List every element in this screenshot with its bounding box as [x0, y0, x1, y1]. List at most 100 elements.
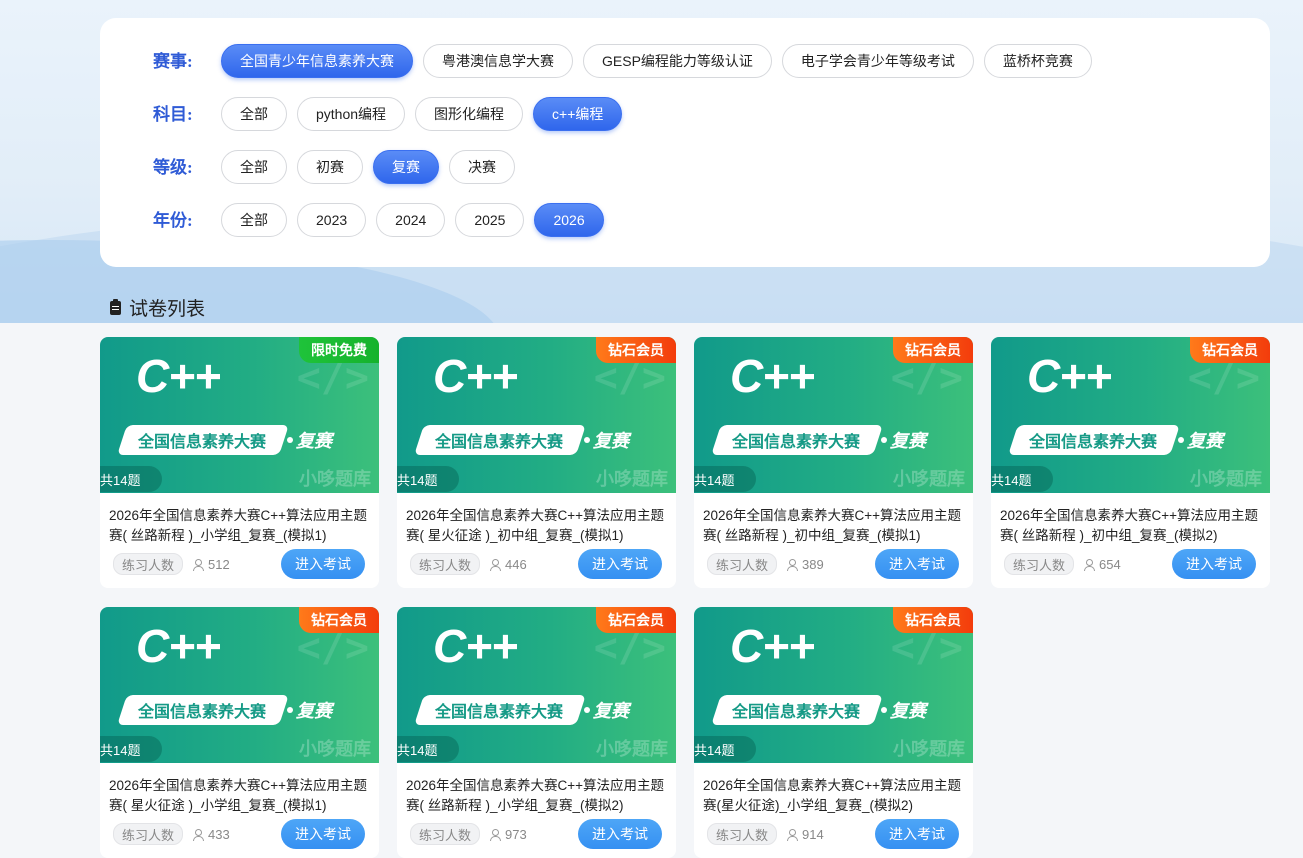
question-count: 共14题 [991, 466, 1053, 492]
user-icon [787, 828, 799, 841]
filter-option[interactable]: 全部 [221, 203, 287, 237]
practice-count: 512 [208, 556, 230, 572]
practice-label: 练习人数 [410, 823, 481, 845]
enter-exam-button[interactable]: 进入考试 [578, 549, 662, 579]
question-count: 共14题 [694, 736, 756, 762]
enter-exam-button[interactable]: 进入考试 [1172, 549, 1256, 579]
cover-contest: 全国信息素养大赛 [732, 434, 861, 451]
user-icon [193, 828, 205, 841]
section-title-text: 试卷列表 [129, 299, 206, 320]
filter-options-year: 全部 2023 2024 2025 2026 [221, 203, 604, 237]
cover-stage: 复赛 [296, 431, 332, 451]
cover-stage: 复赛 [296, 701, 332, 721]
cover-dot [287, 437, 293, 443]
filter-options-subject: 全部 python编程 图形化编程 c++编程 [221, 97, 623, 131]
enter-exam-button[interactable]: 进入考试 [875, 819, 959, 849]
filter-option[interactable]: 全国青少年信息素养大赛 [221, 44, 413, 78]
filter-option[interactable]: 决赛 [449, 150, 515, 184]
cover-dot [881, 437, 887, 443]
paper-card[interactable]: C++ </> 全国信息素养大赛 复赛 小哆题库 共14题 钻石会员 2026年… [397, 337, 676, 588]
user-icon [787, 558, 799, 571]
cover-contest-pill: 全国信息素养大赛 [414, 695, 586, 725]
cover-contest: 全国信息素养大赛 [138, 434, 267, 451]
enter-exam-button[interactable]: 进入考试 [281, 549, 365, 579]
filter-label-subject: 科目: [153, 105, 193, 124]
cover-language: C++ [730, 620, 815, 672]
paper-meta: 练习人数 446 [410, 553, 527, 575]
filter-option[interactable]: GESP编程能力等级认证 [583, 44, 772, 78]
paper-title[interactable]: 2026年全国信息素养大赛C++算法应用主题赛( 丝路新程 )_小学组_复赛_(… [109, 506, 373, 545]
cover-language: C++ [136, 620, 221, 672]
cover-stage: 复赛 [890, 431, 926, 451]
cover-watermark: 小哆题库 [1190, 469, 1262, 489]
paper-title[interactable]: 2026年全国信息素养大赛C++算法应用主题赛( 星火征途 )_初中组_复赛_(… [406, 506, 670, 545]
filter-option[interactable]: 全部 [221, 150, 287, 184]
paper-title[interactable]: 2026年全国信息素养大赛C++算法应用主题赛( 星火征途 )_小学组_复赛_(… [109, 776, 373, 815]
membership-badge: 钻石会员 [893, 607, 973, 633]
filter-option[interactable]: 初赛 [297, 150, 363, 184]
paper-title[interactable]: 2026年全国信息素养大赛C++算法应用主题赛( 丝路新程 )_初中组_复赛_(… [1000, 506, 1264, 545]
filter-option[interactable]: 电子学会青少年等级考试 [781, 44, 974, 78]
paper-title[interactable]: 2026年全国信息素养大赛C++算法应用主题赛( 丝路新程 )_初中组_复赛_(… [703, 506, 967, 545]
filter-option[interactable]: 2025 [455, 203, 525, 237]
membership-badge: 钻石会员 [893, 337, 973, 363]
cover-stage: 复赛 [593, 431, 629, 451]
filter-option[interactable]: python编程 [297, 97, 406, 131]
cover-contest: 全国信息素养大赛 [138, 704, 267, 721]
cover-contest-pill: 全国信息素养大赛 [711, 425, 883, 455]
cover-contest: 全国信息素养大赛 [732, 704, 861, 721]
cover-watermark: 小哆题库 [596, 469, 668, 489]
paper-card[interactable]: C++ </> 全国信息素养大赛 复赛 小哆题库 共14题 钻石会员 2026年… [694, 607, 973, 858]
membership-badge: 钻石会员 [299, 607, 379, 633]
cover-watermark: 小哆题库 [893, 469, 965, 489]
cover-language: C++ [433, 350, 518, 402]
cover-contest: 全国信息素养大赛 [435, 704, 564, 721]
cover-watermark: 小哆题库 [299, 469, 371, 489]
cover-contest-pill: 全国信息素养大赛 [414, 425, 586, 455]
enter-exam-button[interactable]: 进入考试 [578, 819, 662, 849]
question-count: 共14题 [397, 736, 459, 762]
user-icon [1084, 558, 1096, 571]
practice-count: 654 [1099, 556, 1121, 572]
cover-contest-pill: 全国信息素养大赛 [117, 425, 289, 455]
paper-meta: 练习人数 389 [707, 553, 824, 575]
filter-option[interactable]: 图形化编程 [415, 97, 524, 131]
filter-option[interactable]: 复赛 [373, 150, 439, 184]
filter-option[interactable]: 2023 [297, 203, 367, 237]
practice-count: 973 [505, 826, 527, 842]
paper-meta: 练习人数 973 [410, 823, 527, 845]
paper-title[interactable]: 2026年全国信息素养大赛C++算法应用主题赛( 丝路新程 )_小学组_复赛_(… [406, 776, 670, 815]
user-icon [193, 558, 205, 571]
filter-option[interactable]: 2026 [534, 203, 604, 237]
practice-label: 练习人数 [113, 553, 184, 575]
cover-watermark: 小哆题库 [893, 739, 965, 759]
filter-label-year: 年份: [153, 211, 193, 230]
cover-dot [1178, 437, 1184, 443]
membership-badge: 钻石会员 [596, 337, 676, 363]
filter-option[interactable]: c++编程 [533, 97, 623, 131]
filter-option[interactable]: 2024 [376, 203, 446, 237]
clipboard-icon [110, 298, 121, 315]
cover-contest-pill: 全国信息素养大赛 [711, 695, 883, 725]
cover-watermark: 小哆题库 [596, 739, 668, 759]
enter-exam-button[interactable]: 进入考试 [281, 819, 365, 849]
question-count: 共14题 [397, 466, 459, 492]
cover-contest: 全国信息素养大赛 [1029, 434, 1158, 451]
practice-count: 446 [505, 556, 527, 572]
cover-language: C++ [136, 350, 221, 402]
filter-option[interactable]: 粤港澳信息学大赛 [423, 44, 573, 78]
paper-title[interactable]: 2026年全国信息素养大赛C++算法应用主题赛(星火征途)_小学组_复赛_(模拟… [703, 776, 967, 815]
paper-card[interactable]: C++ </> 全国信息素养大赛 复赛 小哆题库 共14题 限时免费 2026年… [100, 337, 379, 588]
paper-card[interactable]: C++ </> 全国信息素养大赛 复赛 小哆题库 共14题 钻石会员 2026年… [397, 607, 676, 858]
paper-card[interactable]: C++ </> 全国信息素养大赛 复赛 小哆题库 共14题 钻石会员 2026年… [991, 337, 1270, 588]
cover-dot [584, 437, 590, 443]
cover-stage: 复赛 [890, 701, 926, 721]
enter-exam-button[interactable]: 进入考试 [875, 549, 959, 579]
cover-stage: 复赛 [1187, 431, 1223, 451]
filter-option[interactable]: 蓝桥杯竞赛 [983, 44, 1092, 78]
paper-card[interactable]: C++ </> 全国信息素养大赛 复赛 小哆题库 共14题 钻石会员 2026年… [694, 337, 973, 588]
practice-label: 练习人数 [113, 823, 184, 845]
filter-option[interactable]: 全部 [221, 97, 287, 131]
paper-card[interactable]: C++ </> 全国信息素养大赛 复赛 小哆题库 共14题 钻石会员 2026年… [100, 607, 379, 858]
section-title: 试卷列表 [110, 294, 205, 321]
